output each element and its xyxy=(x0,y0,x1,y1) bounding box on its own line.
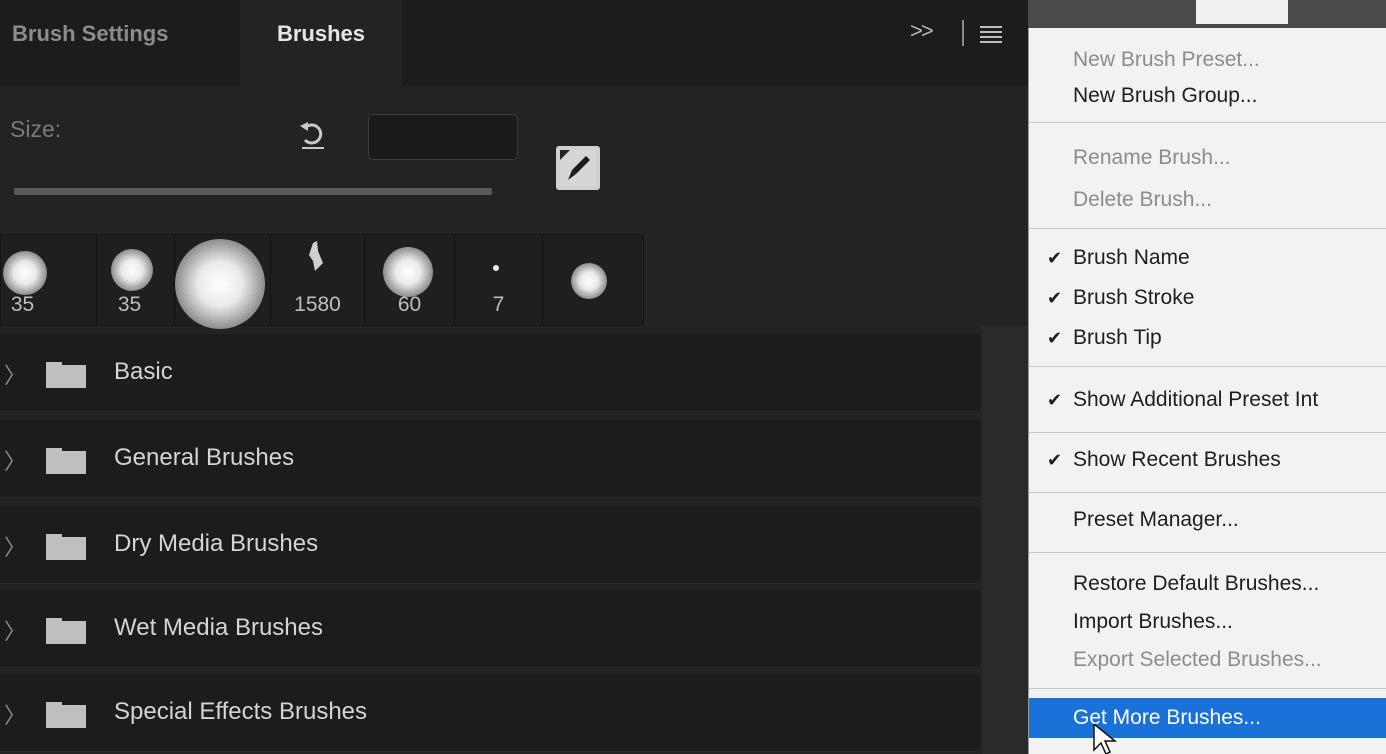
menu-brush-tip[interactable]: ✔ Brush Tip xyxy=(1029,320,1386,356)
menu-show-recent-brushes[interactable]: ✔ Show Recent Brushes xyxy=(1029,442,1386,478)
chevron-right-icon[interactable]: 〉 xyxy=(4,444,26,476)
tab-brush-settings[interactable]: Brush Settings xyxy=(0,0,240,86)
brush-tip-preview xyxy=(111,249,153,291)
menu-item-label: Brush Name xyxy=(1073,246,1190,269)
brush-group-row[interactable]: 〉 Wet Media Brushes xyxy=(0,590,980,668)
menu-separator xyxy=(1029,366,1386,367)
menu-new-brush-preset[interactable]: New Brush Preset... xyxy=(1029,42,1386,78)
menu-separator xyxy=(1029,688,1386,689)
brush-group-row[interactable]: 〉 Dry Media Brushes xyxy=(0,506,980,584)
brush-tip-preview xyxy=(175,239,265,329)
tab-divider xyxy=(962,20,964,46)
chevron-right-icon[interactable]: 〉 xyxy=(4,614,26,646)
menu-delete-brush[interactable]: Delete Brush... xyxy=(1029,182,1386,218)
reset-size-icon[interactable] xyxy=(296,118,330,152)
menu-separator xyxy=(1029,228,1386,229)
menu-export-selected-brushes[interactable]: Export Selected Brushes... xyxy=(1029,642,1386,678)
check-icon: ✔ xyxy=(1047,288,1063,308)
menu-item-label: Show Additional Preset Int xyxy=(1073,388,1319,411)
brush-group-name: Wet Media Brushes xyxy=(114,614,323,641)
recent-brush[interactable] xyxy=(543,235,643,325)
brush-group-name: Dry Media Brushes xyxy=(114,530,319,557)
brush-group-row[interactable]: 〉 General Brushes xyxy=(0,420,980,498)
brush-tip-preview xyxy=(571,263,607,299)
texture-brush-tip-icon xyxy=(309,241,323,271)
recent-brush[interactable]: 1580 xyxy=(271,235,365,325)
recent-brushes-strip: 35 35 1580 60 7 xyxy=(0,234,644,329)
brush-group-name: Basic xyxy=(114,358,173,385)
collapse-panel-icon[interactable]: >> xyxy=(910,18,934,44)
brushes-panel-menu: New Brush Preset... New Brush Group... R… xyxy=(1028,28,1386,754)
menu-item-label: Brush Tip xyxy=(1073,326,1162,349)
brush-size-label: 35 xyxy=(10,293,35,316)
menu-get-more-brushes[interactable]: Get More Brushes... xyxy=(1029,698,1386,738)
menu-brush-stroke[interactable]: ✔ Brush Stroke xyxy=(1029,280,1386,316)
recent-brush[interactable]: 60 xyxy=(365,235,455,325)
brush-group-name: General Brushes xyxy=(114,444,295,471)
size-slider[interactable] xyxy=(14,188,492,195)
brush-group-row[interactable]: 〉 Basic xyxy=(0,334,980,412)
menu-import-brushes[interactable]: Import Brushes... xyxy=(1029,604,1386,640)
check-icon: ✔ xyxy=(1047,450,1063,470)
menu-separator xyxy=(1029,122,1386,123)
folder-icon xyxy=(46,362,86,388)
background-toolbar-field xyxy=(1196,0,1288,24)
recent-brush[interactable]: 7 xyxy=(455,235,543,325)
brush-group-row[interactable]: 〉 Special Effects Brushes xyxy=(0,674,980,752)
folder-icon xyxy=(46,534,86,560)
menu-restore-default-brushes[interactable]: Restore Default Brushes... xyxy=(1029,566,1386,602)
menu-separator xyxy=(1029,552,1386,553)
panel-scrollbar[interactable] xyxy=(982,326,1028,754)
brush-tip-preview xyxy=(383,247,433,297)
menu-preset-manager[interactable]: Preset Manager... xyxy=(1029,502,1386,538)
panel-tab-bar: Brush Settings Brushes >> xyxy=(0,0,1028,86)
brush-size-label: 7 xyxy=(492,293,505,316)
panel-menu-icon[interactable] xyxy=(980,26,1002,43)
menu-separator xyxy=(1029,432,1386,433)
menu-rename-brush[interactable]: Rename Brush... xyxy=(1029,140,1386,176)
folder-icon xyxy=(46,448,86,474)
menu-brush-name[interactable]: ✔ Brush Name xyxy=(1029,240,1386,276)
brush-group-name: Special Effects Brushes xyxy=(114,698,368,725)
menu-show-additional-preset-info[interactable]: ✔ Show Additional Preset Int xyxy=(1029,382,1386,418)
folder-icon xyxy=(46,702,86,728)
tab-brushes[interactable]: Brushes xyxy=(240,0,402,86)
recent-brush[interactable] xyxy=(175,235,271,329)
brush-size-label: 60 xyxy=(397,293,422,316)
check-icon: ✔ xyxy=(1047,390,1063,410)
chevron-right-icon[interactable]: 〉 xyxy=(4,530,26,562)
new-preset-brush-icon[interactable] xyxy=(556,146,600,190)
size-label: Size: xyxy=(10,116,62,142)
check-icon: ✔ xyxy=(1047,328,1063,348)
folder-icon xyxy=(46,618,86,644)
size-input[interactable] xyxy=(368,114,518,160)
chevron-right-icon[interactable]: 〉 xyxy=(4,698,26,730)
recent-brush[interactable]: 35 xyxy=(1,235,97,325)
recent-brush[interactable]: 35 xyxy=(97,235,175,325)
brush-tip-preview xyxy=(3,251,47,295)
mouse-cursor-icon xyxy=(1093,724,1118,754)
menu-separator xyxy=(1029,492,1386,493)
brush-size-label: 1580 xyxy=(294,293,341,316)
menu-new-brush-group[interactable]: New Brush Group... xyxy=(1029,78,1386,114)
menu-item-label: Brush Stroke xyxy=(1073,286,1195,309)
brush-size-label: 35 xyxy=(117,293,142,316)
chevron-right-icon[interactable]: 〉 xyxy=(4,358,26,390)
brushes-panel: Brush Settings Brushes >> Size: 35 35 15… xyxy=(0,0,1028,754)
brush-tip-preview xyxy=(493,265,499,271)
check-icon: ✔ xyxy=(1047,248,1063,268)
menu-item-label: Show Recent Brushes xyxy=(1073,448,1281,471)
